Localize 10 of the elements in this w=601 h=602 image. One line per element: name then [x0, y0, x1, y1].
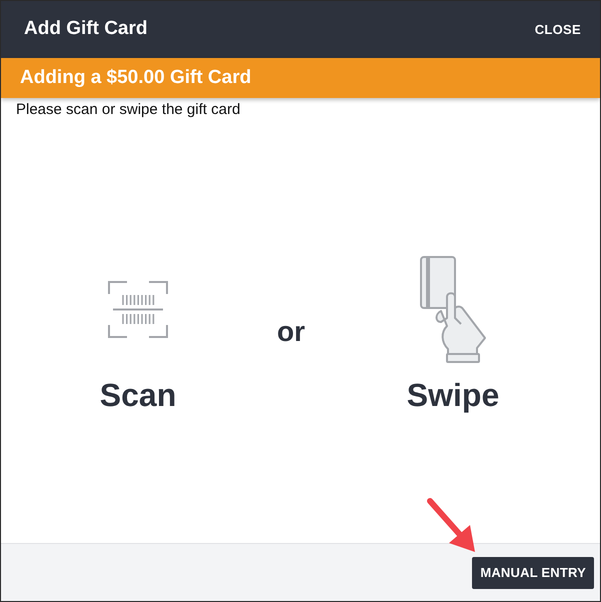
or-separator: or	[277, 314, 305, 348]
option-label: Swipe	[406, 377, 500, 413]
option-label: Scan	[100, 377, 176, 413]
hand-holding-card-icon	[419, 256, 487, 363]
barcode-scan-icon	[108, 281, 168, 338]
banner-text: Adding a $50.00 Gift Card	[20, 66, 252, 90]
instruction-text: Please scan or swipe the gift card	[16, 101, 240, 118]
manual-entry-button[interactable]: MANUAL ENTRY	[472, 556, 594, 588]
close-button[interactable]: CLOSE	[530, 16, 585, 44]
dialog-title: Add Gift Card	[24, 17, 148, 42]
